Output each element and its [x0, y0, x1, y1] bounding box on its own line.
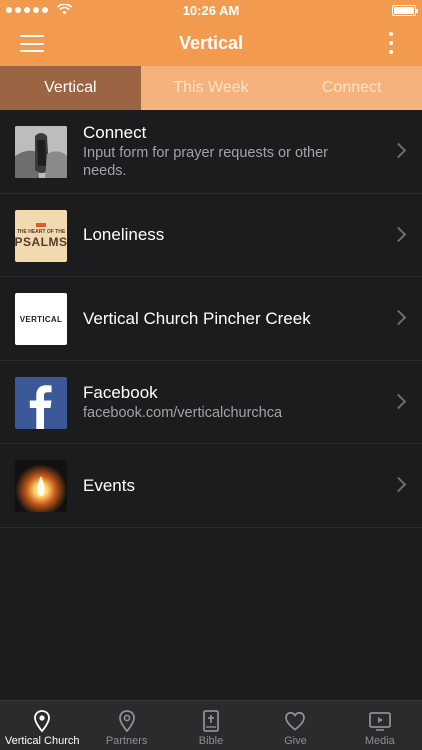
bible-icon	[203, 710, 219, 732]
chevron-right-icon	[390, 226, 407, 242]
status-bar: 10:26 AM	[0, 0, 422, 20]
list-item-title: Events	[83, 475, 135, 495]
page-title: Vertical	[178, 33, 244, 53]
tabbar-item-media[interactable]: Media	[338, 701, 422, 750]
heart-icon	[285, 711, 306, 731]
list-item-loneliness[interactable]: THE HEART OF THE PSALMS Loneliness	[0, 194, 422, 277]
campfire-thumbnail	[15, 460, 67, 512]
praying-hands-thumbnail	[15, 126, 67, 178]
list-item-vertical-church[interactable]: VERTICAL Vertical Church Pincher Creek	[0, 277, 422, 361]
list-item-title: Connect	[83, 123, 147, 143]
tab-vertical[interactable]: Vertical	[0, 66, 141, 110]
facebook-icon	[15, 376, 67, 429]
location-pin-icon	[118, 710, 135, 733]
chevron-right-icon	[390, 142, 407, 159]
chevron-right-icon	[390, 476, 407, 493]
battery-icon	[392, 5, 418, 16]
tabbar-label: Media	[364, 735, 395, 747]
tab-this-week[interactable]: This Week	[141, 66, 282, 110]
list-item-connect[interactable]: Connect Input form for prayer requests o…	[0, 110, 422, 194]
kebab-icon[interactable]	[388, 32, 394, 54]
tabbar-label: Vertical Church	[4, 735, 80, 747]
list-item-title: Vertical Church Pincher Creek	[83, 308, 311, 328]
chevron-right-icon	[390, 309, 407, 326]
list-item-title: Facebook	[83, 382, 158, 402]
tabbar-label: Partners	[105, 735, 148, 747]
vertical-logo-thumbnail: VERTICAL	[15, 293, 67, 345]
nav-bar: Vertical	[0, 20, 422, 66]
list-item-events[interactable]: Events	[0, 444, 422, 528]
status-time: 10:26 AM	[182, 3, 240, 18]
bottom-tab-bar: Vertical Church Partners Bible Give Medi…	[0, 700, 422, 750]
list-item-subtitle: facebook.com/verticalchurchca	[83, 404, 283, 421]
tabbar-item-vertical-church[interactable]: Vertical Church	[0, 701, 84, 750]
segment-tabs: Vertical This Week Connect	[0, 66, 422, 110]
tabbar-item-give[interactable]: Give	[253, 701, 337, 750]
content-list: Connect Input form for prayer requests o…	[0, 110, 422, 528]
tabbar-item-bible[interactable]: Bible	[169, 701, 253, 750]
tab-connect[interactable]: Connect	[281, 66, 422, 110]
psalms-thumbnail: THE HEART OF THE PSALMS	[15, 209, 67, 262]
location-pin-icon	[34, 710, 51, 733]
psalms-thumbnail-word: PSALMS	[15, 234, 67, 249]
list-item-subtitle: Input form for prayer requests or other …	[83, 145, 328, 180]
tabbar-label: Bible	[198, 735, 224, 747]
tabbar-item-partners[interactable]: Partners	[84, 701, 168, 750]
tabbar-label: Give	[284, 735, 307, 747]
list-item-facebook[interactable]: Facebook facebook.com/verticalchurchca	[0, 361, 422, 444]
media-player-icon	[368, 712, 391, 731]
chevron-right-icon	[390, 393, 407, 409]
vertical-logo-text: VERTICAL	[19, 314, 63, 324]
list-item-title: Loneliness	[83, 225, 165, 245]
